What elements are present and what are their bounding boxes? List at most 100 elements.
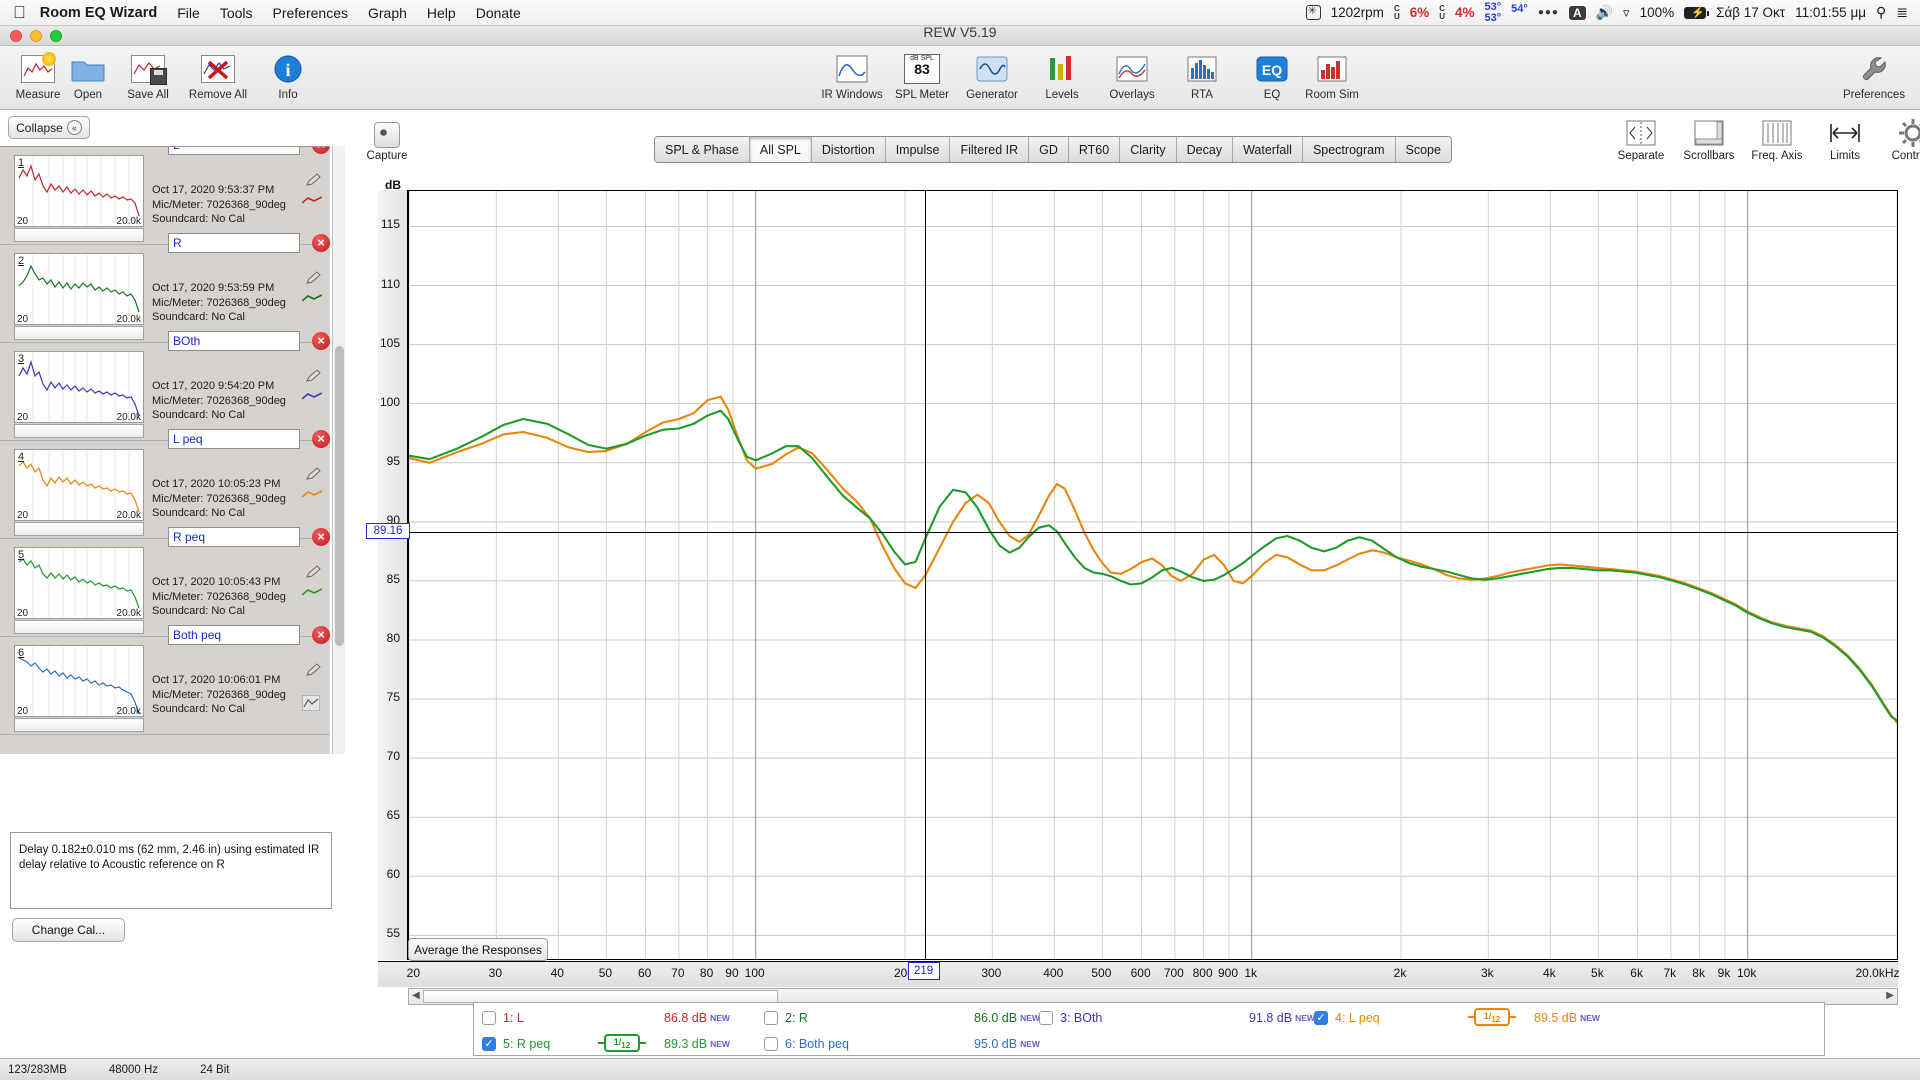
temperature-pair-status[interactable]: 53° 53°	[1485, 1, 1502, 24]
control-center-icon[interactable]: ≣	[1896, 4, 1908, 21]
list-item[interactable]: L peq × 4 20 20.0k Oct 17, 2020 10:05:23…	[0, 429, 330, 539]
delete-measurement-button[interactable]: ×	[312, 430, 330, 448]
legend-checkbox[interactable]	[764, 1010, 778, 1025]
measurement-name-input[interactable]: R	[168, 233, 300, 253]
series-color-swatch[interactable]	[302, 489, 322, 499]
tab-distortion[interactable]: Distortion	[811, 137, 886, 162]
menu-file[interactable]: File	[177, 5, 200, 21]
spl-plot[interactable]	[408, 190, 1898, 960]
room-sim-button[interactable]: Room Sim	[1296, 50, 1368, 101]
legend-item[interactable]: 1: L	[482, 1004, 524, 1031]
preferences-button[interactable]: Preferences	[1838, 50, 1910, 101]
battery-icon[interactable]: ⚡	[1684, 6, 1710, 19]
controls-button[interactable]: Controls	[1876, 116, 1920, 162]
measurement-name-input[interactable]: Both peq	[168, 625, 300, 645]
list-item[interactable]: L × 1 20 20.0k Oct 17, 2020 9:53:37 PM M…	[0, 147, 330, 245]
cursor-horizontal-line[interactable]	[409, 531, 1897, 533]
tab-spl-phase[interactable]: SPL & Phase	[655, 137, 750, 162]
measurement-name-input[interactable]: L	[168, 147, 300, 155]
tab-waterfall[interactable]: Waterfall	[1233, 137, 1303, 162]
tab-filtered-ir[interactable]: Filtered IR	[950, 137, 1030, 162]
series-color-swatch[interactable]	[302, 695, 322, 711]
legend-item[interactable]: 2: R	[764, 1004, 808, 1031]
info-button[interactable]: i Info	[252, 50, 324, 101]
remove-all-button[interactable]: Remove All	[182, 50, 254, 101]
scrollbars-button[interactable]: Scrollbars	[1676, 116, 1742, 162]
scroll-left-arrow-icon[interactable]: ◀	[412, 990, 420, 1001]
tab-scope[interactable]: Scope	[1395, 137, 1451, 162]
tab-impulse[interactable]: Impulse	[885, 137, 951, 162]
legend-smoothing-badge[interactable]: 1/12	[1474, 1008, 1510, 1026]
spotlight-search-icon[interactable]: ⚲	[1876, 4, 1886, 21]
separate-button[interactable]: Separate	[1608, 116, 1674, 162]
list-item[interactable]: R × 2 20 20.0k Oct 17, 2020 9:53:59 PM M…	[0, 233, 330, 343]
legend-checkbox[interactable]: ✓	[482, 1036, 496, 1051]
change-cal-button[interactable]: Change Cal...	[12, 918, 125, 942]
scroll-right-arrow-icon[interactable]: ▶	[1886, 990, 1894, 1001]
delete-measurement-button[interactable]: ×	[312, 626, 330, 644]
list-item[interactable]: Both peq × 6 20 20.0k Oct 17, 2020 10:06…	[0, 625, 330, 735]
edit-pencil-icon[interactable]	[306, 663, 322, 677]
measurement-thumbnail[interactable]: 1 20 20.0k	[14, 155, 144, 227]
measurement-thumbnail[interactable]: 2 20 20.0k	[14, 253, 144, 325]
menu-donate[interactable]: Donate	[476, 5, 521, 21]
menu-graph[interactable]: Graph	[368, 5, 407, 21]
menu-preferences[interactable]: Preferences	[273, 5, 348, 21]
more-dots-icon[interactable]: ●●●	[1538, 7, 1559, 18]
capture-button[interactable]: Capture	[358, 122, 416, 162]
legend-item[interactable]: 3: BOth	[1039, 1004, 1102, 1031]
save-all-button[interactable]: Save All	[112, 50, 184, 101]
freq-axis-button[interactable]: Freq. Axis	[1744, 116, 1810, 162]
legend-checkbox[interactable]	[1039, 1010, 1053, 1025]
delete-measurement-button[interactable]: ×	[312, 147, 330, 154]
legend-item[interactable]: ✓ 4: L peq	[1314, 1004, 1380, 1031]
cursor-x-readout[interactable]: 219	[907, 962, 940, 980]
edit-pencil-icon[interactable]	[306, 173, 322, 187]
tab-all-spl[interactable]: All SPL	[749, 137, 812, 162]
list-item[interactable]: BOth × 3 20 20.0k Oct 17, 2020 9:54:20 P…	[0, 331, 330, 441]
edit-pencil-icon[interactable]	[306, 369, 322, 383]
legend-smoothing-badge[interactable]: 1/12	[604, 1034, 640, 1052]
tab-decay[interactable]: Decay	[1176, 137, 1234, 162]
battery-percent[interactable]: 100%	[1640, 5, 1675, 20]
measurement-name-input[interactable]: R peq	[168, 527, 300, 547]
legend-checkbox[interactable]	[482, 1010, 496, 1025]
measurement-thumbnail[interactable]: 6 20 20.0k	[14, 645, 144, 717]
levels-button[interactable]: Levels	[1026, 50, 1098, 101]
menu-tools[interactable]: Tools	[220, 5, 253, 21]
edit-pencil-icon[interactable]	[306, 271, 322, 285]
sidebar-scrollbar-thumb[interactable]	[335, 346, 344, 646]
gpu-usage-status[interactable]: 4%	[1455, 5, 1475, 20]
apple-logo-icon[interactable]: 	[13, 4, 26, 21]
edit-pencil-icon[interactable]	[306, 565, 322, 579]
delete-measurement-button[interactable]: ×	[312, 332, 330, 350]
volume-icon[interactable]: 🔊	[1596, 4, 1613, 21]
menubar-app-name[interactable]: Room EQ Wizard	[40, 5, 158, 21]
rta-button[interactable]: RTA	[1166, 50, 1238, 101]
tab-rt60[interactable]: RT60	[1068, 137, 1121, 162]
measurement-thumbnail[interactable]: 3 20 20.0k	[14, 351, 144, 423]
measurement-thumbnail[interactable]: 4 20 20.0k	[14, 449, 144, 521]
ir-windows-button[interactable]: IR Windows	[816, 50, 888, 101]
cursor-vertical-line[interactable]	[924, 191, 926, 959]
graph-tab-bar[interactable]: SPL & Phase All SPL Distortion Impulse Filte…	[654, 136, 1452, 163]
series-legend[interactable]: 1: L 86.8 dB NEW 2: R 86.0 dB NEW 3: BOth 91.8 …	[473, 1002, 1825, 1056]
overlays-button[interactable]: Overlays	[1096, 50, 1168, 101]
legend-checkbox[interactable]: ✓	[1314, 1010, 1328, 1025]
series-color-swatch[interactable]	[302, 195, 322, 205]
series-color-swatch[interactable]	[302, 587, 322, 597]
tab-spectrogram[interactable]: Spectrogram	[1302, 137, 1396, 162]
collapse-button[interactable]: Collapse «	[8, 116, 90, 139]
delete-measurement-button[interactable]: ×	[312, 528, 330, 546]
legend-item[interactable]: 6: Both peq	[764, 1030, 849, 1057]
menu-help[interactable]: Help	[427, 5, 456, 21]
legend-item[interactable]: ✓ 5: R peq	[482, 1030, 550, 1057]
tab-clarity[interactable]: Clarity	[1120, 137, 1177, 162]
spl-meter-button[interactable]: dB SPL 83 SPL Meter	[886, 50, 958, 101]
limits-button[interactable]: Limits	[1812, 116, 1878, 162]
series-color-swatch[interactable]	[302, 293, 322, 303]
legend-checkbox[interactable]	[764, 1036, 778, 1051]
series-color-swatch[interactable]	[302, 391, 322, 401]
measurement-name-input[interactable]: BOth	[168, 331, 300, 351]
list-item[interactable]: R peq × 5 20 20.0k Oct 17, 2020 10:05:43…	[0, 527, 330, 637]
